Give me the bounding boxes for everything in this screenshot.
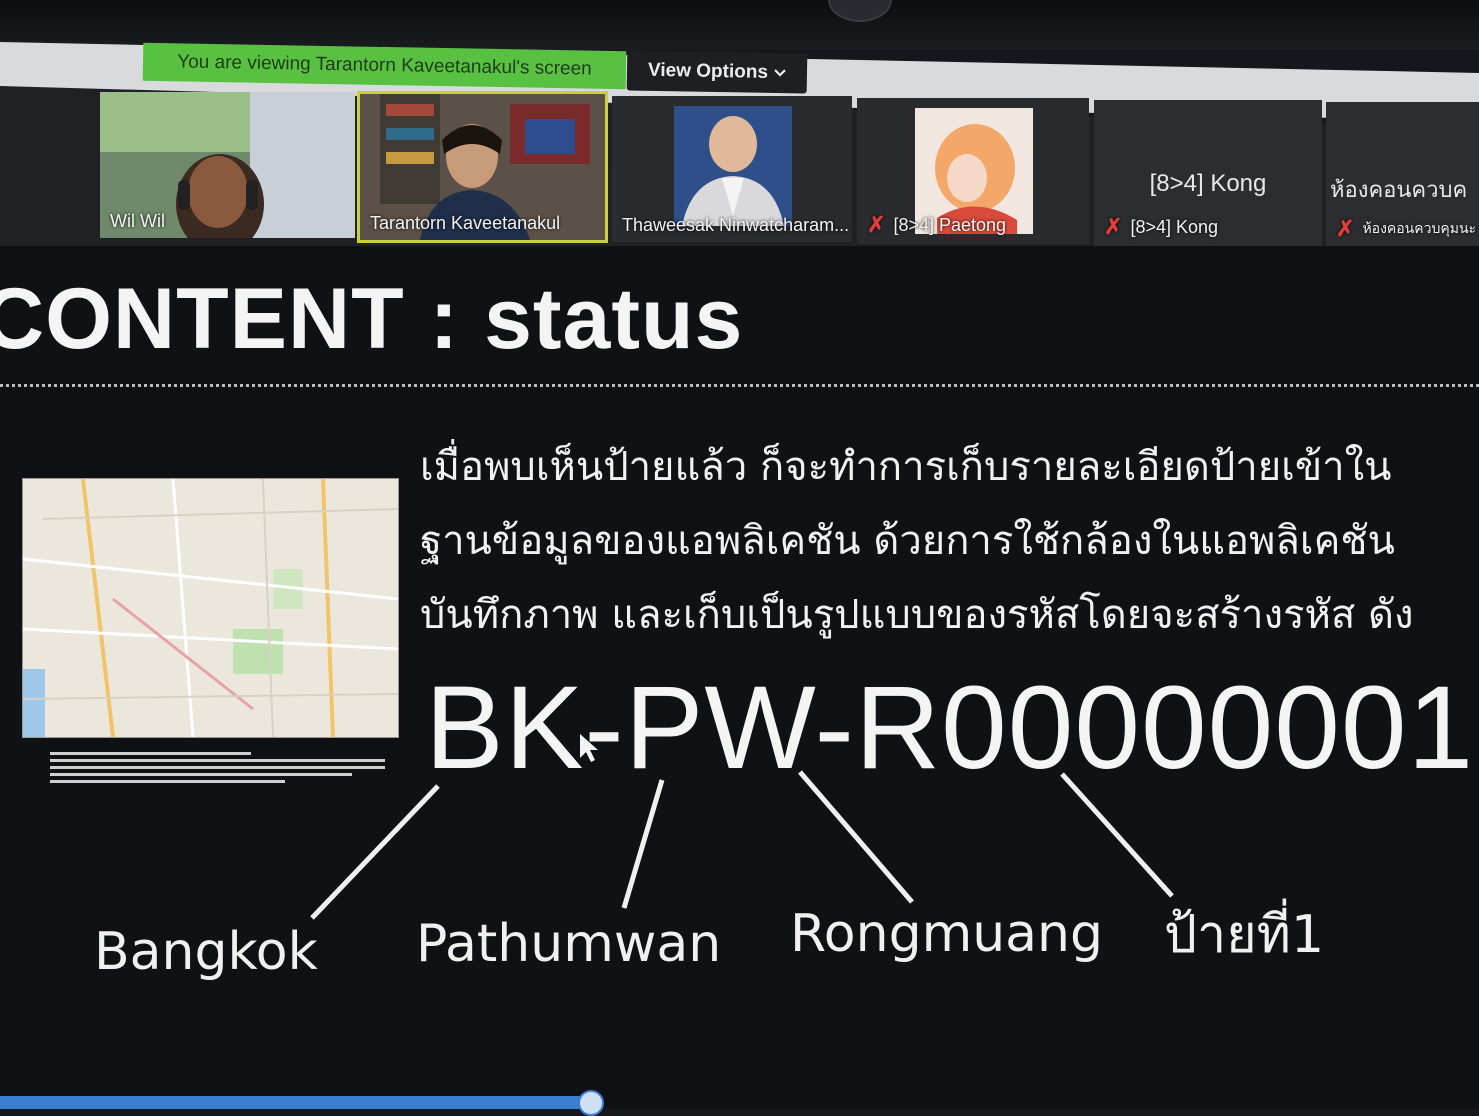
view-options-button[interactable]: View Options bbox=[626, 50, 808, 94]
paragraph-line: บันทึกภาพ และเก็บเป็นรูปแบบของรหัสโดยจะส… bbox=[420, 592, 1414, 638]
participant-name: Wil Wil bbox=[110, 211, 165, 231]
paragraph-line: เมื่อพบเห็นป้ายแล้ว ก็จะทำการเก็บรายละเอ… bbox=[420, 444, 1392, 490]
progress-bar bbox=[0, 1096, 590, 1109]
participant-name: Tarantorn Kaveetanakul bbox=[370, 213, 561, 233]
participant-tile[interactable]: Wil Wil bbox=[100, 92, 355, 238]
participant-tile[interactable]: Thaweesak Ninwatcharam... bbox=[612, 96, 852, 242]
participant-tile[interactable]: ✗ [8>4] Paetong bbox=[857, 98, 1089, 244]
mic-muted-icon: ✗ bbox=[867, 212, 886, 237]
participant-name: ✗ [8>4] Paetong bbox=[867, 212, 1007, 237]
label-pathumwan: Pathumwan bbox=[416, 914, 722, 974]
title-divider bbox=[0, 384, 1479, 387]
progress-handle[interactable] bbox=[578, 1090, 604, 1116]
participant-name: Thaweesak Ninwatcharam... bbox=[622, 215, 850, 235]
participant-tile[interactable]: ห้องคอนควบค ✗ ห้องคอนควบคุมนะ bbox=[1326, 102, 1479, 248]
participant-name: ✗ [8>4] Kong bbox=[1104, 214, 1219, 239]
map-image bbox=[22, 478, 399, 738]
map-graphic bbox=[23, 479, 398, 737]
webcam-lens bbox=[828, 0, 892, 22]
slide-title: CONTENT : status bbox=[0, 271, 744, 367]
participant-tile-active-speaker[interactable]: Tarantorn Kaveetanakul bbox=[357, 91, 608, 243]
participant-display-name: [8>4] Kong bbox=[1149, 170, 1267, 197]
chevron-down-icon bbox=[774, 69, 786, 77]
label-rongmuang: Rongmuang bbox=[790, 904, 1104, 964]
map-caption bbox=[50, 752, 385, 788]
view-options-label: View Options bbox=[647, 59, 769, 83]
participant-display-name: ห้องคอนควบค bbox=[1330, 177, 1468, 202]
paragraph-line: ฐานข้อมูลของแอพลิเคชัน ด้วยการใช้กล้องใน… bbox=[420, 518, 1395, 564]
label-sign-one: ป้ายที่1 bbox=[1164, 905, 1325, 965]
sign-code: BK-PW-R00000001 bbox=[425, 662, 1475, 794]
screen-bezel bbox=[0, 0, 1479, 50]
slide-paragraph: เมื่อพบเห็นป้ายแล้ว ก็จะทำการเก็บรายละเอ… bbox=[420, 430, 1479, 652]
participant-tile[interactable]: [8>4] Kong ✗ [8>4] Kong bbox=[1094, 100, 1322, 246]
mic-muted-icon: ✗ bbox=[1104, 214, 1123, 239]
viewing-screen-text: You are viewing Tarantorn Kaveetanakul's… bbox=[177, 51, 592, 80]
label-bangkok: Bangkok bbox=[94, 922, 318, 982]
participant-name: ✗ ห้องคอนควบคุมนะ bbox=[1336, 216, 1477, 241]
mic-muted-icon: ✗ bbox=[1336, 216, 1355, 241]
